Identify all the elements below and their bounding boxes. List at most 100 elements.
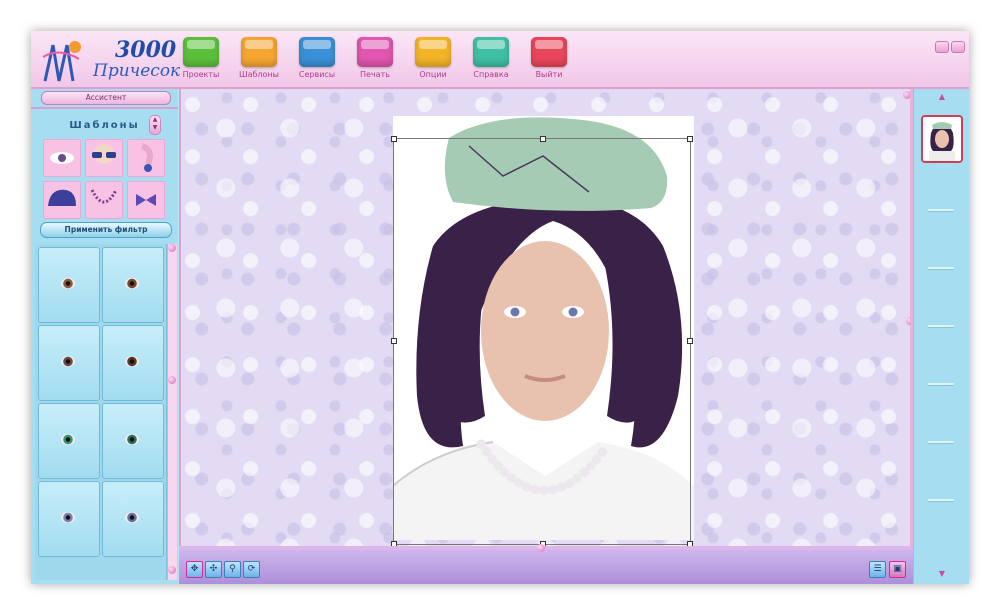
eye-color-item-1[interactable]: [38, 247, 100, 323]
template-earring[interactable]: [127, 139, 165, 177]
scroll-top-knob[interactable]: [168, 244, 176, 252]
apply-filter-button[interactable]: Применить фильтр: [40, 222, 172, 238]
canvas-toolbar: ✥ ✣ ⚲ ⟳ ☰ ▣: [179, 544, 913, 584]
left-scrollbar[interactable]: [167, 244, 177, 580]
toolbar: 3000 Причесок Проекты Шаблоны Сервисы Пе…: [31, 31, 969, 89]
compare-view-button[interactable]: ▣: [889, 561, 906, 578]
resize-handle[interactable]: [391, 338, 397, 344]
left-divider: [31, 107, 178, 109]
templates-scroll-arrows[interactable]: ▲ ▼: [149, 115, 161, 135]
rotate-icon: ⟳: [247, 564, 256, 574]
services-button[interactable]: Сервисы: [291, 37, 343, 85]
eye-makeup-icon: [44, 140, 80, 176]
projects-button[interactable]: Проекты: [175, 37, 227, 85]
portrait-thumbnail-image: [923, 117, 961, 161]
eye-swatch-icon: [61, 278, 75, 289]
logo-number: 3000: [115, 37, 177, 63]
resize-handle[interactable]: [687, 338, 693, 344]
resize-handle[interactable]: [687, 136, 693, 142]
history-thumbnail[interactable]: [921, 115, 963, 163]
print-icon: [357, 37, 393, 67]
template-sunglasses[interactable]: [85, 139, 123, 177]
resize-handle[interactable]: [391, 136, 397, 142]
history-slot[interactable]: [928, 383, 954, 386]
template-cap[interactable]: [43, 181, 81, 219]
services-label: Сервисы: [298, 70, 336, 79]
projects-label: Проекты: [182, 70, 220, 79]
select-tool-button[interactable]: ✥: [186, 561, 203, 578]
eye-swatch-icon: [61, 356, 75, 367]
minimize-button[interactable]: [935, 41, 949, 53]
left-panel: Ассистент Шаблоны ▲ ▼ Применить фильтр: [31, 89, 178, 584]
exit-icon: [531, 37, 567, 67]
eye-swatch-icon: [125, 278, 139, 289]
eye-color-item-4[interactable]: [102, 325, 164, 401]
history-slot[interactable]: [928, 267, 954, 270]
print-button[interactable]: Печать: [349, 37, 401, 85]
list-icon: ☰: [873, 564, 882, 574]
help-label: Справка: [473, 70, 509, 79]
logo-text: Причесок: [93, 61, 181, 81]
resize-handle[interactable]: [540, 136, 546, 142]
eye-color-item-8[interactable]: [102, 481, 164, 557]
zoom-tool-button[interactable]: ⚲: [224, 561, 241, 578]
projects-icon: [183, 37, 219, 67]
magnifier-icon: ⚲: [229, 564, 236, 574]
templates-icon: [241, 37, 277, 67]
necklace-icon: [86, 182, 122, 218]
template-eye-makeup[interactable]: [43, 139, 81, 177]
history-slot[interactable]: [928, 209, 954, 212]
scroll-thumb[interactable]: [168, 376, 176, 384]
history-slot[interactable]: [928, 499, 954, 502]
rotate-tool-button[interactable]: ⟳: [243, 561, 260, 578]
exit-button[interactable]: Выйти: [523, 37, 575, 85]
pan-icon: ✣: [209, 564, 218, 574]
earring-icon: [128, 140, 164, 176]
options-label: Опции: [419, 70, 447, 79]
scroll-bottom-knob[interactable]: [168, 566, 176, 574]
sunglasses-icon: [86, 140, 122, 176]
template-bowtie[interactable]: [127, 181, 165, 219]
app-logo: 3000 Причесок: [37, 35, 181, 85]
history-slot[interactable]: [928, 441, 954, 444]
options-button[interactable]: Опции: [407, 37, 459, 85]
eye-swatch-icon: [125, 356, 139, 367]
eye-color-item-3[interactable]: [38, 325, 100, 401]
portrait-photo[interactable]: [391, 116, 694, 547]
list-view-button[interactable]: ☰: [869, 561, 886, 578]
eye-color-item-7[interactable]: [38, 481, 100, 557]
options-icon: [415, 37, 451, 67]
eye-color-item-2[interactable]: [102, 247, 164, 323]
logo-mark-icon: [42, 41, 81, 82]
app-window: 3000 Причесок Проекты Шаблоны Сервисы Пе…: [31, 31, 969, 584]
exit-label: Выйти: [535, 70, 563, 79]
eye-swatch-icon: [125, 512, 139, 523]
photo-view-icon: ▣: [893, 564, 902, 574]
assistant-button[interactable]: Ассистент: [41, 91, 171, 105]
close-button[interactable]: [951, 41, 965, 53]
print-label: Печать: [360, 70, 390, 79]
eye-color-grid: [35, 244, 167, 580]
help-button[interactable]: Справка: [465, 37, 517, 85]
bowtie-icon: [128, 182, 164, 218]
eye-swatch-icon: [125, 434, 139, 445]
move-arrows-icon: ✥: [190, 564, 199, 574]
right-panel: ▲ ▼: [913, 89, 969, 584]
eye-color-item-5[interactable]: [38, 403, 100, 479]
history-slot[interactable]: [928, 325, 954, 328]
services-icon: [299, 37, 335, 67]
editing-canvas[interactable]: [179, 89, 914, 547]
templates-label: Шаблоны: [239, 70, 279, 79]
canvas-hscroll-knob[interactable]: [537, 544, 545, 552]
selection-box[interactable]: [391, 136, 693, 547]
cap-icon: [44, 182, 80, 218]
scroll-down-icon[interactable]: ▼: [937, 569, 947, 579]
eye-color-item-6[interactable]: [102, 403, 164, 479]
template-necklace[interactable]: [85, 181, 123, 219]
templates-button[interactable]: Шаблоны: [233, 37, 285, 85]
eye-swatch-icon: [61, 434, 75, 445]
scroll-up-icon[interactable]: ▲: [937, 92, 947, 102]
eye-swatch-icon: [61, 512, 75, 523]
help-icon: [473, 37, 509, 67]
pan-tool-button[interactable]: ✣: [205, 561, 222, 578]
